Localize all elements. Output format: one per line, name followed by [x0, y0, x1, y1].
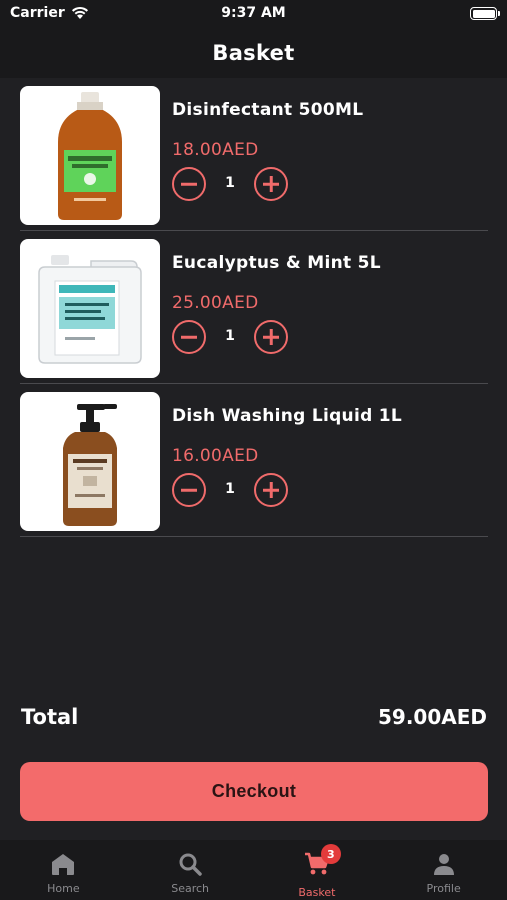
- increase-quantity-button[interactable]: [254, 320, 288, 354]
- product-image[interactable]: [20, 239, 160, 378]
- item-price: 25.00AED: [172, 293, 259, 313]
- tab-search[interactable]: Search: [127, 840, 254, 900]
- disinfectant-bottle-icon: [58, 91, 122, 220]
- page-title: Basket: [212, 41, 295, 65]
- basket-item: Dish Washing Liquid 1L 16.00AED 1: [20, 384, 488, 537]
- product-image[interactable]: [20, 392, 160, 531]
- increase-quantity-button[interactable]: [254, 473, 288, 507]
- total-label: Total: [21, 705, 79, 729]
- person-icon: [433, 854, 454, 875]
- item-name: Eucalyptus & Mint 5L: [172, 253, 381, 273]
- home-icon: [52, 854, 75, 875]
- decrease-quantity-button[interactable]: [172, 473, 206, 507]
- tab-label: Home: [47, 882, 80, 895]
- item-price: 18.00AED: [172, 140, 259, 160]
- quantity-stepper: 1: [172, 167, 290, 201]
- search-icon: [179, 853, 202, 876]
- tab-profile[interactable]: Profile: [380, 840, 507, 900]
- total-value: 59.00AED: [377, 705, 487, 729]
- item-name: Dish Washing Liquid 1L: [172, 406, 403, 426]
- basket-item: Disinfectant 500ML 18.00AED 1: [20, 78, 488, 231]
- decrease-quantity-button[interactable]: [172, 320, 206, 354]
- status-time: 9:37 AM: [221, 5, 286, 21]
- checkout-button[interactable]: Checkout: [20, 762, 488, 821]
- tab-bar: Home Search 3 Basket Profile: [0, 840, 507, 900]
- tab-label: Profile: [426, 882, 461, 895]
- navigation-bar: Basket: [0, 28, 507, 78]
- quantity-stepper: 1: [172, 473, 290, 507]
- increase-quantity-button[interactable]: [254, 167, 288, 201]
- basket-list: Disinfectant 500ML 18.00AED 1 Eucalyptus: [20, 78, 488, 537]
- tab-home[interactable]: Home: [0, 840, 127, 900]
- quantity-value: 1: [225, 481, 235, 497]
- basket-item: Eucalyptus & Mint 5L 25.00AED 1: [20, 231, 488, 384]
- quantity-stepper: 1: [172, 320, 290, 354]
- tab-label: Search: [171, 882, 210, 895]
- tab-label: Basket: [298, 886, 336, 899]
- pump-bottle-icon: [63, 403, 117, 526]
- item-price: 16.00AED: [172, 446, 259, 466]
- battery-icon: [470, 7, 500, 20]
- product-image[interactable]: [20, 86, 160, 225]
- cart-count-badge: 3: [320, 844, 341, 864]
- total-row: Total 59.00AED: [21, 705, 487, 735]
- tab-basket[interactable]: 3 Basket: [254, 840, 381, 900]
- decrease-quantity-button[interactable]: [172, 167, 206, 201]
- jerrycan-icon: [38, 254, 142, 364]
- quantity-value: 1: [225, 175, 235, 191]
- item-name: Disinfectant 500ML: [172, 100, 364, 120]
- status-bar: Carrier 9:37 AM: [0, 0, 507, 28]
- quantity-value: 1: [225, 328, 235, 344]
